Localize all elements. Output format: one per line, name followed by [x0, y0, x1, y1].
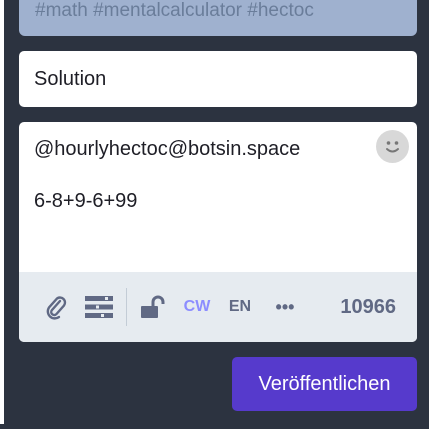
status-textarea[interactable]: @hourlyhectoc@botsin.space 6-8+9-6+99 [19, 122, 417, 272]
more-options-button[interactable]: ••• [268, 272, 302, 342]
add-poll-button[interactable] [83, 272, 115, 342]
attach-media-button[interactable] [41, 272, 71, 342]
privacy-button[interactable] [138, 272, 168, 342]
poll-icon [85, 296, 113, 318]
content-warning-input[interactable]: Solution [19, 51, 417, 107]
content-warning-toggle[interactable]: CW [181, 272, 213, 342]
smiley-icon [380, 134, 405, 159]
unlock-icon [141, 295, 165, 318]
paperclip-icon [46, 296, 67, 320]
compose-box: @hourlyhectoc@botsin.space 6-8+9-6+99 CW… [19, 122, 417, 342]
text-line [34, 162, 402, 188]
text-line: @hourlyhectoc@botsin.space [34, 138, 301, 160]
hashtags-field[interactable]: #math #mentalcalculator #hectoc [19, 0, 417, 36]
emoji-picker-button[interactable] [376, 130, 409, 163]
text-line: 6-8+9-6+99 [34, 190, 138, 212]
character-counter: 10966 [340, 296, 396, 318]
toolbar-divider [126, 288, 127, 326]
language-button[interactable]: EN [224, 272, 256, 342]
publish-button[interactable]: Veröffentlichen [232, 357, 417, 411]
bottom-edge [0, 424, 429, 429]
compose-toolbar: CW EN ••• 10966 [19, 272, 417, 342]
